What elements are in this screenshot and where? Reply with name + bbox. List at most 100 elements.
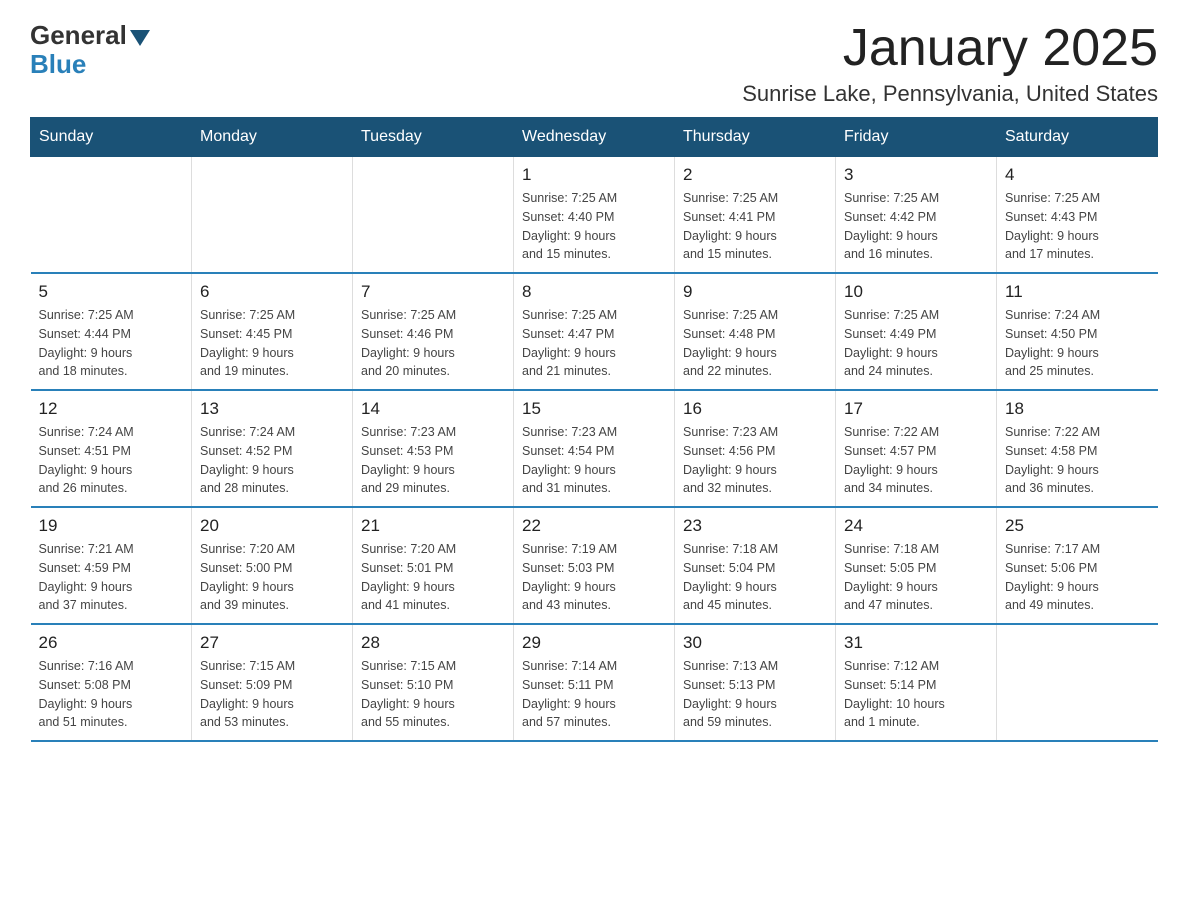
calendar-cell: 31 Sunrise: 7:12 AM Sunset: 5:14 PM Dayli…	[836, 624, 997, 741]
calendar-cell: 27 Sunrise: 7:15 AM Sunset: 5:09 PM Dayli…	[192, 624, 353, 741]
day-info: Sunrise: 7:22 AM Sunset: 4:57 PM Dayligh…	[844, 423, 988, 498]
day-info: Sunrise: 7:15 AM Sunset: 5:10 PM Dayligh…	[361, 657, 505, 732]
day-info: Sunrise: 7:25 AM Sunset: 4:44 PM Dayligh…	[39, 306, 184, 381]
day-number: 15	[522, 399, 666, 419]
day-number: 11	[1005, 282, 1150, 302]
header-day-tuesday: Tuesday	[353, 118, 514, 157]
day-number: 12	[39, 399, 184, 419]
calendar-cell: 12 Sunrise: 7:24 AM Sunset: 4:51 PM Dayli…	[31, 390, 192, 507]
calendar-cell	[997, 624, 1158, 741]
calendar-cell: 29 Sunrise: 7:14 AM Sunset: 5:11 PM Dayli…	[514, 624, 675, 741]
calendar-cell: 26Sunrise: 7:16 AM Sunset: 5:08 PM Dayli…	[31, 624, 192, 741]
day-info: Sunrise: 7:25 AM Sunset: 4:46 PM Dayligh…	[361, 306, 505, 381]
day-number: 24	[844, 516, 988, 536]
day-number: 17	[844, 399, 988, 419]
calendar-cell: 20 Sunrise: 7:20 AM Sunset: 5:00 PM Dayli…	[192, 507, 353, 624]
logo-arrow-icon	[130, 30, 150, 46]
calendar-cell: 6 Sunrise: 7:25 AM Sunset: 4:45 PM Daylig…	[192, 273, 353, 390]
day-info: Sunrise: 7:18 AM Sunset: 5:04 PM Dayligh…	[683, 540, 827, 615]
day-number: 5	[39, 282, 184, 302]
calendar-header-row: SundayMondayTuesdayWednesdayThursdayFrid…	[31, 118, 1158, 157]
header-day-thursday: Thursday	[675, 118, 836, 157]
calendar-cell: 22 Sunrise: 7:19 AM Sunset: 5:03 PM Dayli…	[514, 507, 675, 624]
day-number: 14	[361, 399, 505, 419]
calendar-cell: 7 Sunrise: 7:25 AM Sunset: 4:46 PM Daylig…	[353, 273, 514, 390]
calendar-week-row: 19 Sunrise: 7:21 AM Sunset: 4:59 PM Dayli…	[31, 507, 1158, 624]
calendar-cell: 2 Sunrise: 7:25 AM Sunset: 4:41 PM Daylig…	[675, 157, 836, 274]
calendar-cell: 1 Sunrise: 7:25 AM Sunset: 4:40 PM Daylig…	[514, 157, 675, 274]
calendar-cell: 28 Sunrise: 7:15 AM Sunset: 5:10 PM Dayli…	[353, 624, 514, 741]
day-number: 22	[522, 516, 666, 536]
day-info: Sunrise: 7:24 AM Sunset: 4:51 PM Dayligh…	[39, 423, 184, 498]
calendar-cell: 11 Sunrise: 7:24 AM Sunset: 4:50 PM Dayli…	[997, 273, 1158, 390]
day-info: Sunrise: 7:23 AM Sunset: 4:53 PM Dayligh…	[361, 423, 505, 498]
calendar-cell: 16 Sunrise: 7:23 AM Sunset: 4:56 PM Dayli…	[675, 390, 836, 507]
calendar-cell: 8Sunrise: 7:25 AM Sunset: 4:47 PM Daylig…	[514, 273, 675, 390]
day-info: Sunrise: 7:20 AM Sunset: 5:01 PM Dayligh…	[361, 540, 505, 615]
calendar-cell: 17 Sunrise: 7:22 AM Sunset: 4:57 PM Dayli…	[836, 390, 997, 507]
calendar-week-row: 1 Sunrise: 7:25 AM Sunset: 4:40 PM Daylig…	[31, 157, 1158, 274]
calendar-cell: 18 Sunrise: 7:22 AM Sunset: 4:58 PM Dayli…	[997, 390, 1158, 507]
day-number: 7	[361, 282, 505, 302]
day-info: Sunrise: 7:20 AM Sunset: 5:00 PM Dayligh…	[200, 540, 344, 615]
day-number: 23	[683, 516, 827, 536]
day-number: 19	[39, 516, 184, 536]
day-number: 29	[522, 633, 666, 653]
calendar-cell: 13Sunrise: 7:24 AM Sunset: 4:52 PM Dayli…	[192, 390, 353, 507]
day-info: Sunrise: 7:21 AM Sunset: 4:59 PM Dayligh…	[39, 540, 184, 615]
day-number: 2	[683, 165, 827, 185]
day-number: 18	[1005, 399, 1150, 419]
day-number: 10	[844, 282, 988, 302]
day-number: 1	[522, 165, 666, 185]
day-info: Sunrise: 7:14 AM Sunset: 5:11 PM Dayligh…	[522, 657, 666, 732]
day-info: Sunrise: 7:17 AM Sunset: 5:06 PM Dayligh…	[1005, 540, 1150, 615]
day-info: Sunrise: 7:15 AM Sunset: 5:09 PM Dayligh…	[200, 657, 344, 732]
header-day-monday: Monday	[192, 118, 353, 157]
logo-general: General	[30, 20, 150, 51]
calendar-cell: 4Sunrise: 7:25 AM Sunset: 4:43 PM Daylig…	[997, 157, 1158, 274]
day-number: 31	[844, 633, 988, 653]
day-number: 20	[200, 516, 344, 536]
calendar-week-row: 5 Sunrise: 7:25 AM Sunset: 4:44 PM Daylig…	[31, 273, 1158, 390]
day-number: 27	[200, 633, 344, 653]
calendar-cell	[192, 157, 353, 274]
day-info: Sunrise: 7:24 AM Sunset: 4:52 PM Dayligh…	[200, 423, 344, 498]
day-number: 8	[522, 282, 666, 302]
calendar-cell	[353, 157, 514, 274]
logo: General Blue	[30, 20, 150, 80]
day-number: 28	[361, 633, 505, 653]
day-info: Sunrise: 7:22 AM Sunset: 4:58 PM Dayligh…	[1005, 423, 1150, 498]
header-day-sunday: Sunday	[31, 118, 192, 157]
day-info: Sunrise: 7:19 AM Sunset: 5:03 PM Dayligh…	[522, 540, 666, 615]
day-info: Sunrise: 7:12 AM Sunset: 5:14 PM Dayligh…	[844, 657, 988, 732]
location-title: Sunrise Lake, Pennsylvania, United State…	[742, 81, 1158, 107]
day-number: 9	[683, 282, 827, 302]
calendar-cell: 10 Sunrise: 7:25 AM Sunset: 4:49 PM Dayli…	[836, 273, 997, 390]
day-info: Sunrise: 7:13 AM Sunset: 5:13 PM Dayligh…	[683, 657, 827, 732]
header-day-saturday: Saturday	[997, 118, 1158, 157]
day-number: 16	[683, 399, 827, 419]
title-block: January 2025 Sunrise Lake, Pennsylvania,…	[742, 20, 1158, 107]
day-info: Sunrise: 7:24 AM Sunset: 4:50 PM Dayligh…	[1005, 306, 1150, 381]
calendar-cell: 23 Sunrise: 7:18 AM Sunset: 5:04 PM Dayli…	[675, 507, 836, 624]
calendar-cell: 3Sunrise: 7:25 AM Sunset: 4:42 PM Daylig…	[836, 157, 997, 274]
day-info: Sunrise: 7:25 AM Sunset: 4:45 PM Dayligh…	[200, 306, 344, 381]
day-number: 30	[683, 633, 827, 653]
day-number: 25	[1005, 516, 1150, 536]
calendar-cell: 14 Sunrise: 7:23 AM Sunset: 4:53 PM Dayli…	[353, 390, 514, 507]
day-number: 4	[1005, 165, 1150, 185]
day-info: Sunrise: 7:25 AM Sunset: 4:49 PM Dayligh…	[844, 306, 988, 381]
day-number: 6	[200, 282, 344, 302]
calendar-cell: 19 Sunrise: 7:21 AM Sunset: 4:59 PM Dayli…	[31, 507, 192, 624]
day-info: Sunrise: 7:25 AM Sunset: 4:40 PM Dayligh…	[522, 189, 666, 264]
calendar-cell	[31, 157, 192, 274]
day-number: 21	[361, 516, 505, 536]
day-number: 3	[844, 165, 988, 185]
day-info: Sunrise: 7:23 AM Sunset: 4:56 PM Dayligh…	[683, 423, 827, 498]
calendar-cell: 21 Sunrise: 7:20 AM Sunset: 5:01 PM Dayli…	[353, 507, 514, 624]
day-info: Sunrise: 7:25 AM Sunset: 4:41 PM Dayligh…	[683, 189, 827, 264]
day-info: Sunrise: 7:16 AM Sunset: 5:08 PM Dayligh…	[39, 657, 184, 732]
calendar-cell: 25 Sunrise: 7:17 AM Sunset: 5:06 PM Dayli…	[997, 507, 1158, 624]
calendar-week-row: 26Sunrise: 7:16 AM Sunset: 5:08 PM Dayli…	[31, 624, 1158, 741]
day-info: Sunrise: 7:23 AM Sunset: 4:54 PM Dayligh…	[522, 423, 666, 498]
